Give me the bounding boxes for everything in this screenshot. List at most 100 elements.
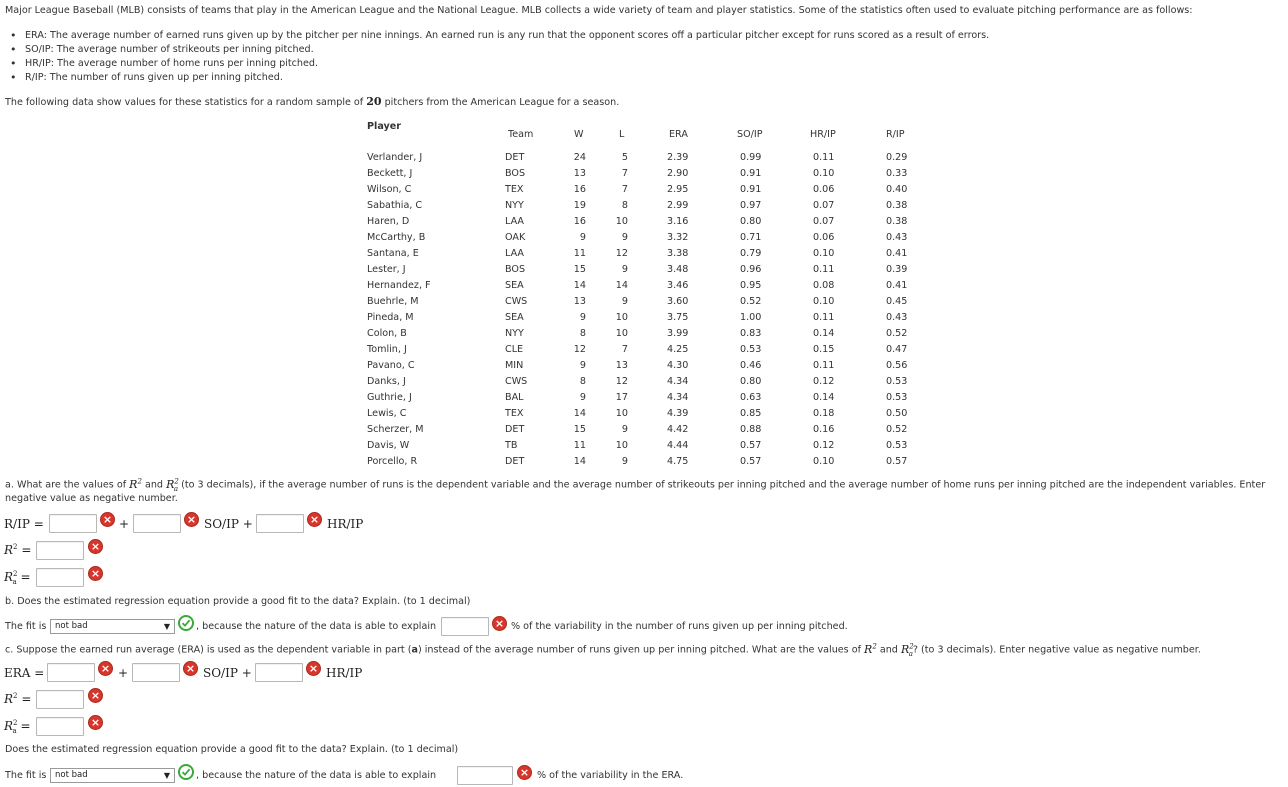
cell-so-ip: 0.99 — [740, 152, 762, 163]
header-r-ip: R/IP — [886, 129, 905, 140]
header-hr-ip: HR/IP — [810, 129, 836, 140]
cell-so-ip: 0.97 — [740, 200, 762, 211]
cell-player-name: Verlander, J — [367, 152, 423, 163]
cell-era: 3.99 — [667, 328, 689, 339]
c-fit-select[interactable]: not bad ▼ — [50, 768, 175, 783]
cell-r-ip: 0.57 — [886, 456, 908, 467]
cell-wins: 11 — [573, 248, 586, 259]
so-ip-term: SO/IP + — [203, 666, 252, 680]
x-circle-icon: × — [517, 765, 532, 780]
cell-hr-ip: 0.06 — [813, 232, 835, 243]
bullet-era: ERA: The average number of earned runs g… — [10, 29, 989, 43]
part-a-text-2: (to 3 decimals), if the average number o… — [178, 479, 1266, 491]
c-hr-ip-coef-input[interactable] — [255, 663, 303, 682]
cell-losses: 9 — [621, 264, 628, 275]
ra2-symbol: R2a — [900, 642, 914, 658]
c-so-ip-coef-input[interactable] — [132, 663, 180, 682]
a-intercept-input[interactable] — [49, 514, 97, 533]
cell-wins: 19 — [573, 200, 586, 211]
cell-team: NYY — [505, 328, 524, 339]
r2-symbol: R2 — [864, 642, 877, 656]
c-ra2-input[interactable] — [36, 717, 84, 736]
table-row: Hernandez, F SEA 14 14 3.46 0.95 0.08 0.41 — [0, 278, 1288, 294]
b-because-text: , because the nature of the data is able… — [196, 621, 437, 632]
cell-hr-ip: 0.07 — [813, 200, 835, 211]
part-a-text-and: and — [141, 479, 167, 491]
cell-so-ip: 0.88 — [740, 424, 762, 435]
cell-losses: 12 — [615, 376, 628, 387]
cell-team: BOS — [505, 264, 526, 275]
cell-r-ip: 0.33 — [886, 168, 908, 179]
cell-hr-ip: 0.10 — [813, 168, 835, 179]
x-circle-icon: × — [184, 512, 199, 527]
cell-wins: 14 — [573, 408, 586, 419]
cell-so-ip: 0.91 — [740, 168, 762, 179]
cell-wins: 8 — [579, 328, 586, 339]
cell-team: NYY — [505, 200, 524, 211]
cell-team: SEA — [505, 280, 524, 291]
a-so-ip-coef-input[interactable] — [133, 514, 181, 533]
cell-wins: 16 — [573, 216, 586, 227]
b-fit-select[interactable]: not bad ▼ — [50, 619, 175, 634]
cell-player-name: Pavano, C — [367, 360, 415, 371]
cell-team: DET — [505, 424, 525, 435]
cell-losses: 10 — [615, 440, 628, 451]
part-c-text-2: ) instead of the average number of runs … — [417, 644, 865, 656]
x-circle-icon: × — [88, 715, 103, 730]
cell-wins: 15 — [573, 424, 586, 435]
cell-losses: 7 — [621, 344, 628, 355]
cell-r-ip: 0.29 — [886, 152, 908, 163]
cell-so-ip: 0.71 — [740, 232, 762, 243]
cell-team: CWS — [505, 296, 528, 307]
ra2-symbol: R2a — [166, 477, 179, 493]
cell-team: MIN — [505, 360, 524, 371]
cell-era: 4.42 — [667, 424, 689, 435]
cell-wins: 14 — [573, 280, 586, 291]
header-so-ip: SO/IP — [737, 129, 763, 140]
table-row: Scherzer, M DET 15 9 4.42 0.88 0.16 0.52 — [0, 422, 1288, 438]
table-row: Pavano, C MIN 9 13 4.30 0.46 0.11 0.56 — [0, 358, 1288, 374]
cell-era: 2.99 — [667, 200, 689, 211]
plus-sign: + — [118, 666, 129, 680]
cell-player-name: Santana, E — [367, 248, 419, 259]
table-row: Danks, J CWS 8 12 4.34 0.80 0.12 0.53 — [0, 374, 1288, 390]
table-row: Buehrle, M CWS 13 9 3.60 0.52 0.10 0.45 — [0, 294, 1288, 310]
x-circle-icon: × — [183, 661, 198, 676]
cell-r-ip: 0.52 — [886, 328, 908, 339]
cell-r-ip: 0.39 — [886, 264, 908, 275]
bullet-hr-ip: HR/IP: The average number of home runs p… — [10, 57, 989, 71]
sample-size: 20 — [366, 95, 382, 108]
cell-so-ip: 0.85 — [740, 408, 762, 419]
bullet-so-ip: SO/IP: The average number of strikeouts … — [10, 43, 989, 57]
cell-hr-ip: 0.07 — [813, 216, 835, 227]
a-hr-ip-coef-input[interactable] — [256, 514, 304, 533]
part-a-question-cont: negative value as negative number. — [5, 493, 178, 504]
cell-player-name: Scherzer, M — [367, 424, 424, 435]
x-circle-icon: × — [492, 616, 507, 631]
part-b-question: b. Does the estimated regression equatio… — [5, 596, 471, 607]
cell-player-name: Haren, D — [367, 216, 410, 227]
cell-player-name: Lester, J — [367, 264, 406, 275]
cell-era: 3.75 — [667, 312, 689, 323]
cell-hr-ip: 0.08 — [813, 280, 835, 291]
c-percent-input[interactable] — [457, 766, 513, 785]
cell-player-name: Danks, J — [367, 376, 406, 387]
b-percent-input[interactable] — [441, 617, 489, 636]
a-ra2-input[interactable] — [36, 568, 84, 587]
cell-losses: 17 — [615, 392, 628, 403]
c-r2-input[interactable] — [36, 690, 84, 709]
sample-description: The following data show values for these… — [5, 95, 619, 108]
cell-losses: 10 — [615, 312, 628, 323]
cell-wins: 8 — [579, 376, 586, 387]
check-circle-icon — [178, 615, 194, 631]
a-r2-input[interactable] — [36, 541, 84, 560]
cell-wins: 13 — [573, 296, 586, 307]
cell-player-name: Davis, W — [367, 440, 410, 451]
table-row: Pineda, M SEA 9 10 3.75 1.00 0.11 0.43 — [0, 310, 1288, 326]
x-circle-icon: × — [100, 512, 115, 527]
cell-hr-ip: 0.12 — [813, 440, 835, 451]
c-intercept-input[interactable] — [47, 663, 95, 682]
cell-losses: 10 — [615, 216, 628, 227]
cell-hr-ip: 0.10 — [813, 456, 835, 467]
cell-player-name: Sabathia, C — [367, 200, 423, 211]
